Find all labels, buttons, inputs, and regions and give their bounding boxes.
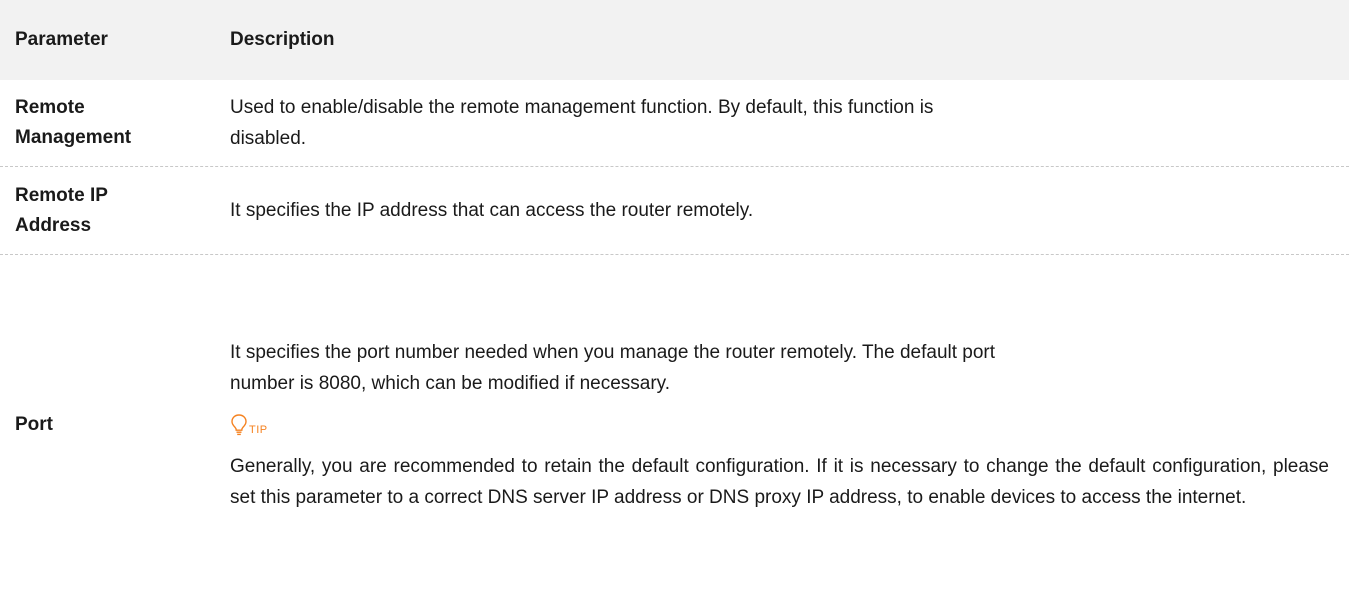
description-line: number is 8080, which can be modified if…: [230, 373, 671, 394]
description-text: It specifies the IP address that can acc…: [230, 200, 754, 221]
header-parameter: Parameter: [15, 29, 108, 50]
header-description-cell: Description: [230, 29, 1349, 51]
parameter-name: Port: [15, 414, 53, 435]
parameter-cell: Port: [0, 410, 230, 440]
description-cell: Used to enable/disable the remote manage…: [230, 92, 1349, 154]
table-row: Port It specifies the port number needed…: [0, 255, 1349, 595]
parameter-table: Parameter Description Remote Management …: [0, 0, 1349, 595]
header-parameter-cell: Parameter: [0, 29, 230, 51]
table-header-row: Parameter Description: [0, 0, 1349, 80]
parameter-cell: Remote IP Address: [0, 181, 230, 241]
table-row: Remote Management Used to enable/disable…: [0, 80, 1349, 167]
parameter-name-line: Remote: [15, 97, 85, 118]
parameter-name-line: Address: [15, 214, 92, 236]
parameter-cell: Remote Management: [0, 93, 230, 153]
lightbulb-icon: [230, 413, 248, 437]
tip-text: Generally, you are recommended to retain…: [230, 456, 1329, 508]
table-row: Remote IP Address It specifies the IP ad…: [0, 167, 1349, 255]
description-line: Used to enable/disable the remote manage…: [230, 97, 934, 118]
description-line: disabled.: [230, 128, 307, 149]
description-cell: It specifies the port number needed when…: [230, 337, 1349, 513]
description-cell: It specifies the IP address that can acc…: [230, 195, 1349, 226]
tip-heading: TIP: [230, 413, 1329, 437]
tip-label: TIP: [249, 424, 268, 436]
header-description: Description: [230, 29, 335, 50]
description-line: It specifies the port number needed when…: [230, 342, 996, 363]
parameter-name-line: Remote IP: [15, 184, 108, 206]
parameter-name-line: Management: [15, 127, 132, 148]
